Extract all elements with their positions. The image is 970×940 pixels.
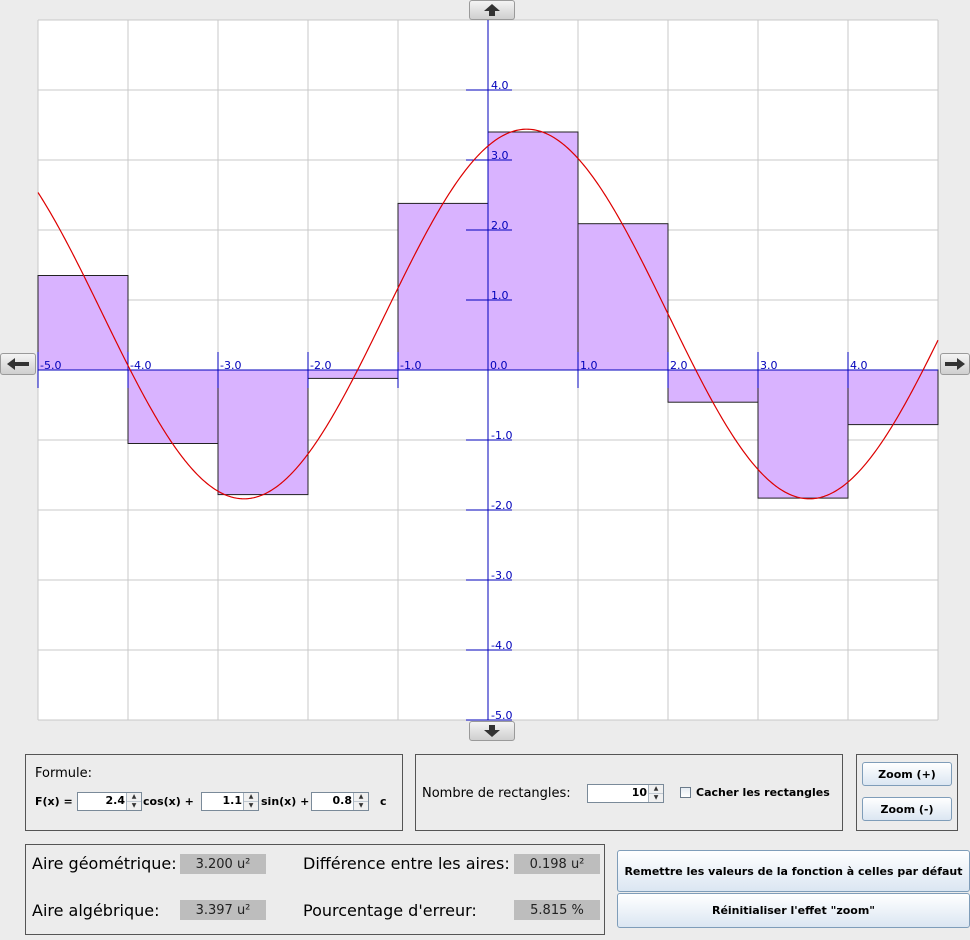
zoom-panel: Zoom (+) Zoom (-) (856, 754, 958, 831)
riemann-rectangle (577, 223, 669, 371)
y-tick-label: -1.0 (491, 429, 512, 442)
spinner-down-icon[interactable]: ▼ (244, 802, 258, 810)
x-tick-label: 0.0 (490, 359, 508, 372)
arrow-up-icon (484, 4, 500, 16)
zoom-out-button[interactable]: Zoom (-) (862, 797, 952, 821)
spinner-up-icon[interactable]: ▲ (354, 793, 368, 802)
x-tick-label: -4.0 (130, 359, 151, 372)
coef-a-spinner[interactable]: 2.4 ▲ ▼ (77, 792, 142, 811)
spinner-down-icon[interactable]: ▼ (127, 802, 141, 810)
spinner-up-icon[interactable]: ▲ (649, 785, 663, 794)
error-label: Pourcentage d'erreur: (303, 901, 477, 920)
coef-b-value[interactable]: 1.1 (223, 794, 243, 807)
alg-area-value: 3.397 u² (180, 900, 266, 920)
reset-zoom-button[interactable]: Réinitialiser l'effet "zoom" (617, 893, 970, 928)
x-tick-label: -3.0 (220, 359, 241, 372)
geo-area-label: Aire géométrique: (32, 854, 177, 873)
zoom-in-button[interactable]: Zoom (+) (862, 762, 952, 786)
riemann-rectangle (847, 369, 939, 426)
spinner-up-icon[interactable]: ▲ (127, 793, 141, 802)
results-panel: Aire géométrique: 3.200 u² Différence en… (25, 844, 605, 935)
x-tick-label: -1.0 (400, 359, 421, 372)
rect-count-value[interactable]: 10 (632, 786, 647, 799)
function-plot: -5.0 -4.0 -3.0 -2.0 -1.0 0.0 1.0 2.0 3.0 4.0 4.0 3.… (37, 19, 939, 722)
diff-label: Différence entre les aires: (303, 854, 510, 873)
arrow-left-icon (7, 358, 29, 370)
rect-count-label: Nombre de rectangles: (422, 786, 571, 801)
riemann-rectangle (37, 275, 129, 371)
coef-a-value[interactable]: 2.4 (106, 794, 126, 807)
pan-down-button[interactable] (469, 721, 515, 741)
cos-label: cos(x) + (143, 795, 194, 808)
riemann-rectangle (667, 369, 759, 403)
rect-count-spinner[interactable]: 10 ▲ ▼ (587, 784, 664, 803)
y-tick-label: -4.0 (491, 639, 512, 652)
x-tick-label: -2.0 (310, 359, 331, 372)
alg-area-label: Aire algébrique: (32, 901, 160, 920)
y-tick-label: 4.0 (491, 79, 509, 92)
x-tick-label: 2.0 (670, 359, 688, 372)
reset-function-button[interactable]: Remettre les valeurs de la fonction à ce… (617, 850, 970, 892)
riemann-rectangle (397, 202, 489, 371)
rectangles-panel: Nombre de rectangles: 10 ▲ ▼ Cacher les r… (415, 754, 843, 831)
x-tick-label: 4.0 (850, 359, 868, 372)
formula-panel: Formule: F(x) = 2.4 ▲ ▼ cos(x) + 1.1 ▲ ▼ s… (25, 754, 403, 831)
coef-c-spinner[interactable]: 0.8 ▲ ▼ (311, 792, 369, 811)
riemann-rectangle (487, 131, 579, 371)
y-tick-label: 1.0 (491, 289, 509, 302)
riemann-rectangle (217, 369, 309, 496)
coef-b-spinner[interactable]: 1.1 ▲ ▼ (201, 792, 259, 811)
hide-rectangles-checkbox[interactable] (680, 787, 691, 798)
hide-rectangles-label[interactable]: Cacher les rectangles (696, 786, 830, 799)
geo-area-value: 3.200 u² (180, 854, 266, 874)
fx-label: F(x) = (35, 795, 73, 808)
spinner-down-icon[interactable]: ▼ (649, 794, 663, 802)
x-tick-label: 3.0 (760, 359, 778, 372)
formula-title: Formule: (35, 766, 92, 781)
y-tick-label: -3.0 (491, 569, 512, 582)
pan-right-button[interactable] (940, 353, 970, 375)
pan-up-button[interactable] (469, 0, 515, 20)
riemann-rectangle (757, 369, 849, 499)
y-tick-label: 2.0 (491, 219, 509, 232)
riemann-rectangle (127, 369, 219, 444)
sin-label: sin(x) + (261, 795, 310, 808)
arrow-down-icon (484, 725, 500, 737)
x-tick-label: -5.0 (40, 359, 61, 372)
diff-value: 0.198 u² (514, 854, 600, 874)
x-tick-label: 1.0 (580, 359, 598, 372)
coef-c-value[interactable]: 0.8 (333, 794, 353, 807)
c-label: c (380, 795, 387, 808)
error-value: 5.815 % (514, 900, 600, 920)
spinner-down-icon[interactable]: ▼ (354, 802, 368, 810)
pan-left-button[interactable] (0, 353, 36, 375)
spinner-up-icon[interactable]: ▲ (244, 793, 258, 802)
arrow-right-icon (945, 358, 965, 370)
y-tick-label: 3.0 (491, 149, 509, 162)
y-tick-label: -2.0 (491, 499, 512, 512)
